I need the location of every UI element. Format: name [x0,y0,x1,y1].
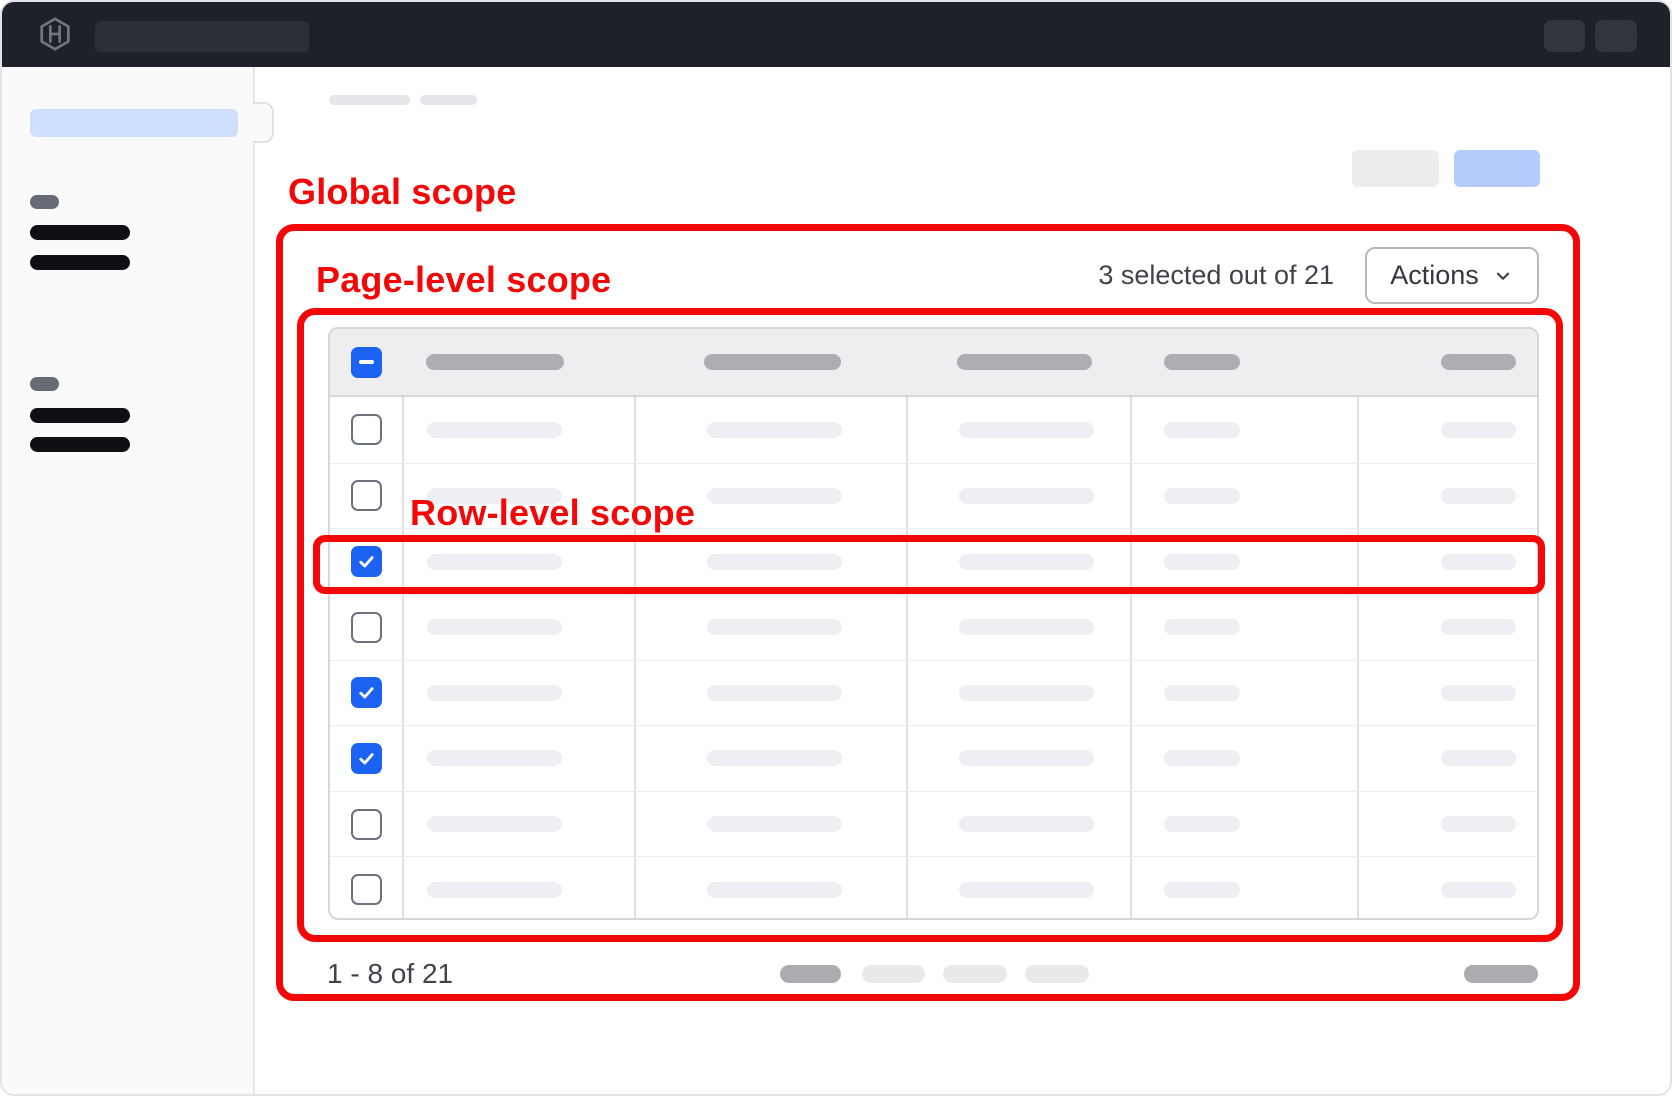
cell-skeleton [707,816,842,832]
column-header-skeleton [426,354,564,370]
actions-dropdown-button[interactable]: Actions [1365,247,1539,304]
row-checkbox[interactable] [351,677,382,708]
cell-skeleton [427,554,562,570]
select-all-checkbox[interactable] [351,347,382,378]
breadcrumb-item[interactable] [420,95,477,105]
column-header-skeleton [957,354,1092,370]
sidebar-item[interactable] [30,437,130,452]
cell-skeleton [1164,619,1240,635]
cell-skeleton [707,882,842,898]
cell-skeleton [959,422,1094,438]
user-menu-button[interactable] [1595,20,1637,52]
sidebar-item-active[interactable] [30,109,238,137]
cell-skeleton [959,816,1094,832]
cell-skeleton [959,619,1094,635]
sidebar [2,67,255,1096]
primary-button[interactable] [1454,150,1540,187]
cell-skeleton [1441,685,1516,701]
secondary-button[interactable] [1352,150,1439,187]
cell-skeleton [959,750,1094,766]
cell-skeleton [959,882,1094,898]
row-checkbox[interactable] [351,874,382,905]
row-checkbox[interactable] [351,809,382,840]
actions-button-label: Actions [1390,260,1479,291]
cell-skeleton [427,750,562,766]
cell-skeleton [1164,488,1240,504]
pagination-page[interactable] [943,965,1007,983]
pagination-range-label: 1 - 8 of 21 [327,958,453,990]
hashicorp-logo-icon [38,17,72,51]
cell-skeleton [1164,750,1240,766]
data-table [328,327,1539,920]
global-scope-label: Global scope [288,171,516,213]
row-checkbox[interactable] [351,743,382,774]
column-header-skeleton [1164,354,1240,370]
cell-skeleton [959,488,1094,504]
cell-skeleton [707,685,842,701]
search-input[interactable] [95,21,309,52]
cell-skeleton [959,685,1094,701]
breadcrumb-item[interactable] [329,95,410,105]
pagination-page-current[interactable] [780,965,841,983]
selection-summary: 3 selected out of 21 [1002,260,1334,291]
chevron-down-icon [1492,265,1514,287]
cell-skeleton [1441,882,1516,898]
cell-skeleton [427,685,562,701]
cell-skeleton [1164,554,1240,570]
table-row [330,397,1537,463]
table-row [330,791,1537,857]
sidebar-item[interactable] [30,225,130,240]
check-icon [356,551,377,572]
sidebar-item[interactable] [30,255,130,270]
cell-skeleton [707,750,842,766]
cell-skeleton [707,488,842,504]
row-checkbox[interactable] [351,480,382,511]
cell-skeleton [1441,750,1516,766]
cell-skeleton [1164,685,1240,701]
table-body [330,397,1537,920]
cell-skeleton [427,422,562,438]
row-checkbox[interactable] [351,414,382,445]
cell-skeleton [1441,554,1516,570]
table-row [330,725,1537,791]
sidebar-section-label [30,377,59,391]
cell-skeleton [1441,619,1516,635]
cell-skeleton [427,882,562,898]
row-checkbox[interactable] [351,612,382,643]
row-checkbox[interactable] [351,546,382,577]
cell-skeleton [1164,882,1240,898]
pagination-page-size[interactable] [1464,965,1538,983]
cell-skeleton [707,554,842,570]
column-header-skeleton [704,354,841,370]
help-button[interactable] [1544,20,1585,52]
cell-skeleton [707,619,842,635]
cell-skeleton [959,554,1094,570]
pagination-page[interactable] [862,965,925,983]
app-frame: 3 selected out of 21 Actions [0,0,1672,1096]
cell-skeleton [1441,488,1516,504]
cell-skeleton [707,422,842,438]
pagination-page[interactable] [1025,965,1089,983]
table-row [330,528,1537,594]
table-row [330,594,1537,660]
cell-skeleton [1164,816,1240,832]
cell-skeleton [1164,422,1240,438]
cell-skeleton [427,816,562,832]
sidebar-collapse-handle[interactable] [253,102,274,143]
row-scope-label: Row-level scope [410,492,695,534]
top-navigation-bar [2,2,1670,67]
table-header-row [330,329,1537,397]
cell-skeleton [427,619,562,635]
table-row [330,856,1537,920]
cell-skeleton [1441,816,1516,832]
cell-skeleton [1441,422,1516,438]
sidebar-item[interactable] [30,408,130,423]
page-scope-label: Page-level scope [316,259,611,301]
sidebar-section-label [30,195,59,209]
table-row [330,660,1537,726]
column-header-skeleton [1441,354,1516,370]
check-icon [356,682,377,703]
check-icon [356,748,377,769]
minus-icon [359,360,374,364]
